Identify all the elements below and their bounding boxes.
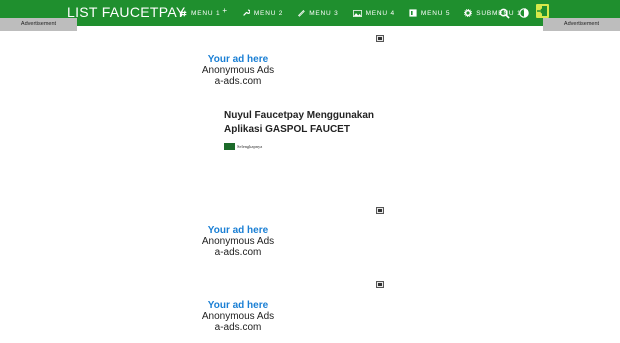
menu-item-label: MENU 5: [420, 9, 451, 17]
ad-title[interactable]: Your ad here: [178, 54, 298, 65]
menu-item-label: MENU 3: [309, 9, 339, 17]
ad-unit[interactable]: Your ad here Anonymous Ads a-ads.com: [178, 225, 298, 258]
ad-url[interactable]: a-ads.com: [178, 76, 298, 87]
ad-unit[interactable]: Your ad here Anonymous Ads a-ads.com: [178, 300, 298, 333]
wrench-icon: [243, 9, 250, 16]
site-title[interactable]: LIST FAUCETPAY: [67, 4, 186, 20]
right-ad-label: Advertisement: [543, 18, 620, 31]
contrast-icon: [519, 8, 529, 18]
post-meta-text[interactable]: Selengkapnya: [237, 144, 262, 149]
menu-item-label: MENU 4: [365, 9, 395, 17]
ad-choices-icon[interactable]: [376, 281, 384, 288]
search-icon: [499, 8, 510, 19]
search-button[interactable]: [499, 8, 510, 19]
post-card[interactable]: Nuyul Faucetpay Menggunakan Aplikasi GAS…: [224, 109, 384, 150]
post-meta: Selengkapnya: [224, 143, 384, 150]
logout-button[interactable]: [536, 4, 549, 18]
post-thumbnail[interactable]: [224, 143, 235, 150]
ad-choices-icon[interactable]: [376, 207, 384, 214]
post-title[interactable]: Nuyul Faucetpay Menggunakan Aplikasi GAS…: [224, 109, 384, 137]
ad-url[interactable]: a-ads.com: [178, 247, 298, 258]
menu-item-label: MENU 2: [253, 9, 284, 17]
menu-item-4[interactable]: MENU 4: [352, 0, 395, 26]
hash-icon: [180, 10, 187, 16]
top-navbar: LIST FAUCETPAY MENU 1 + MENU 2 MENU 3 ME…: [0, 0, 620, 26]
menu-item-2[interactable]: MENU 2: [242, 0, 283, 26]
ad-title[interactable]: Your ad here: [178, 300, 298, 311]
book-icon: [409, 9, 417, 17]
pencil-icon: [298, 10, 305, 17]
main-menu: MENU 1 + MENU 2 MENU 3 MENU 4 MENU 5 SUB…: [180, 0, 543, 26]
ad-title[interactable]: Your ad here: [178, 225, 298, 236]
ad-url[interactable]: a-ads.com: [178, 322, 298, 333]
menu-item-1[interactable]: MENU 1 +: [180, 0, 228, 26]
ad-unit[interactable]: Your ad here Anonymous Ads a-ads.com: [178, 54, 298, 87]
plus-icon: +: [222, 5, 228, 15]
left-ad-label: Advertisement: [0, 18, 77, 31]
ad-name: Anonymous Ads: [201, 311, 275, 322]
menu-item-3[interactable]: MENU 3: [297, 0, 338, 26]
menu-item-5[interactable]: MENU 5: [409, 0, 450, 26]
gear-icon: [464, 9, 473, 17]
ad-choices-icon[interactable]: [376, 35, 384, 42]
ad-name: Anonymous Ads: [201, 236, 275, 247]
image-icon: [352, 9, 362, 17]
dark-mode-toggle[interactable]: [519, 8, 529, 18]
menu-item-label: MENU 1: [191, 9, 221, 17]
toolbar: [499, 0, 538, 26]
exit-icon: [537, 6, 547, 16]
ad-name: Anonymous Ads: [201, 65, 275, 76]
